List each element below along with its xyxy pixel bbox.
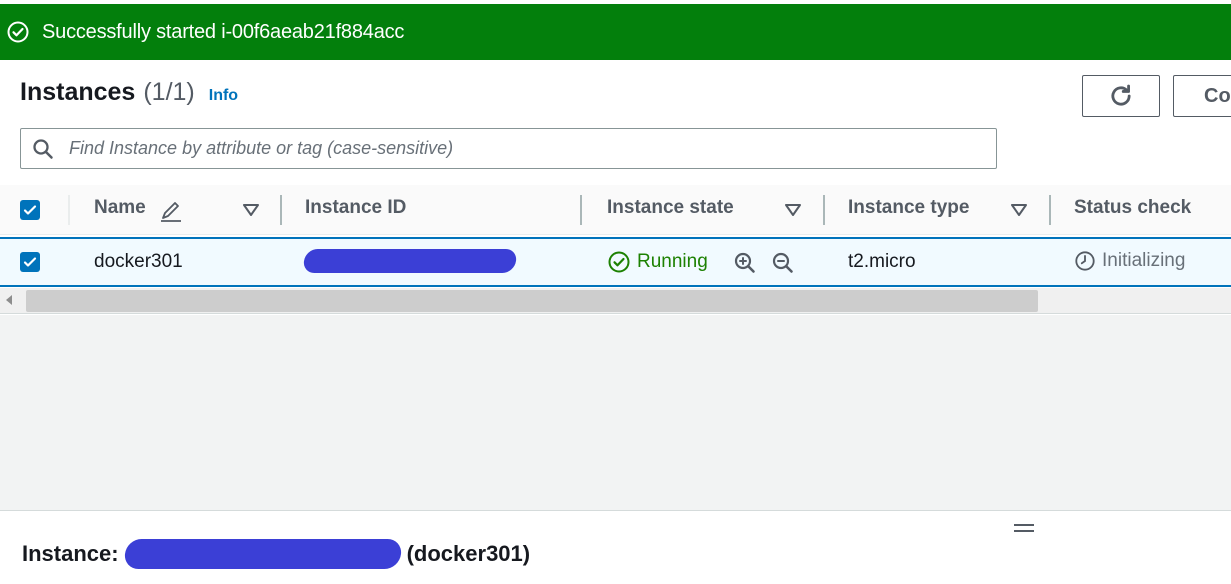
column-separator[interactable] xyxy=(280,195,282,225)
filter-triangle-icon[interactable] xyxy=(1010,202,1028,218)
scroll-left-arrow-icon[interactable] xyxy=(2,291,16,309)
column-header-instance-type[interactable]: Instance type xyxy=(848,197,969,219)
edit-pencil-icon[interactable] xyxy=(158,199,184,223)
redacted-instance-id xyxy=(123,539,403,569)
search-icon xyxy=(33,138,53,159)
status-check-initializing: Initializing xyxy=(1074,250,1185,272)
column-header-status-check[interactable]: Status check xyxy=(1074,197,1191,219)
resize-handle-icon[interactable] xyxy=(1014,520,1036,536)
instance-name: docker301 xyxy=(94,251,183,272)
horizontal-scrollbar[interactable] xyxy=(0,288,1231,314)
column-header-instance-state[interactable]: Instance state xyxy=(607,197,734,219)
column-separator[interactable] xyxy=(823,195,825,225)
redacted-instance-id xyxy=(302,249,518,273)
running-check-icon xyxy=(608,251,630,273)
detail-title: Instance: (docker301) xyxy=(22,539,530,569)
select-all-checkbox[interactable] xyxy=(20,200,40,220)
connect-button[interactable]: Co xyxy=(1173,75,1231,117)
column-separator[interactable] xyxy=(1049,195,1051,225)
column-header-instance-id[interactable]: Instance ID xyxy=(305,197,406,219)
column-separator xyxy=(68,195,70,225)
zoom-in-icon[interactable] xyxy=(733,251,757,275)
refresh-button[interactable] xyxy=(1082,75,1160,117)
success-circle-check-icon xyxy=(7,21,29,43)
search-input[interactable] xyxy=(69,138,949,159)
detail-title-suffix: (docker301) xyxy=(406,541,531,566)
success-flash-banner: Successfully started i-00f6aeab21f884acc xyxy=(0,4,1231,60)
instance-type: t2.micro xyxy=(848,251,916,272)
info-link[interactable]: Info xyxy=(209,87,238,105)
instance-detail-panel: Instance: (docker301) xyxy=(0,512,1231,584)
instance-count: (1/1) xyxy=(143,78,195,106)
zoom-out-icon[interactable] xyxy=(771,251,795,275)
table-row[interactable]: docker301 Running t2.micro Initializing xyxy=(0,237,1231,287)
detail-title-prefix: Instance: xyxy=(22,541,119,566)
checkmark-icon xyxy=(23,205,37,215)
column-separator[interactable] xyxy=(580,195,582,225)
checkmark-icon xyxy=(23,257,37,267)
table-empty-area xyxy=(0,315,1231,511)
page-title: Instances xyxy=(20,78,136,106)
page-header: Instances (1/1) Info xyxy=(20,78,238,112)
clock-icon xyxy=(1075,251,1095,271)
search-bar[interactable] xyxy=(20,128,997,169)
flash-message: Successfully started i-00f6aeab21f884acc xyxy=(42,20,405,43)
instance-state-label: Running xyxy=(637,251,708,272)
filter-triangle-icon[interactable] xyxy=(242,202,260,218)
status-check-label: Initializing xyxy=(1102,250,1186,271)
refresh-icon xyxy=(1111,84,1131,106)
row-select-checkbox[interactable] xyxy=(20,252,40,272)
column-header-name[interactable]: Name xyxy=(94,197,146,219)
connect-button-label: Co xyxy=(1204,84,1231,107)
scrollbar-thumb[interactable] xyxy=(26,290,1038,312)
instance-state-running: Running xyxy=(607,250,708,274)
table-header: Name Instance ID Instance state Instance… xyxy=(0,185,1231,235)
filter-triangle-icon[interactable] xyxy=(784,202,802,218)
